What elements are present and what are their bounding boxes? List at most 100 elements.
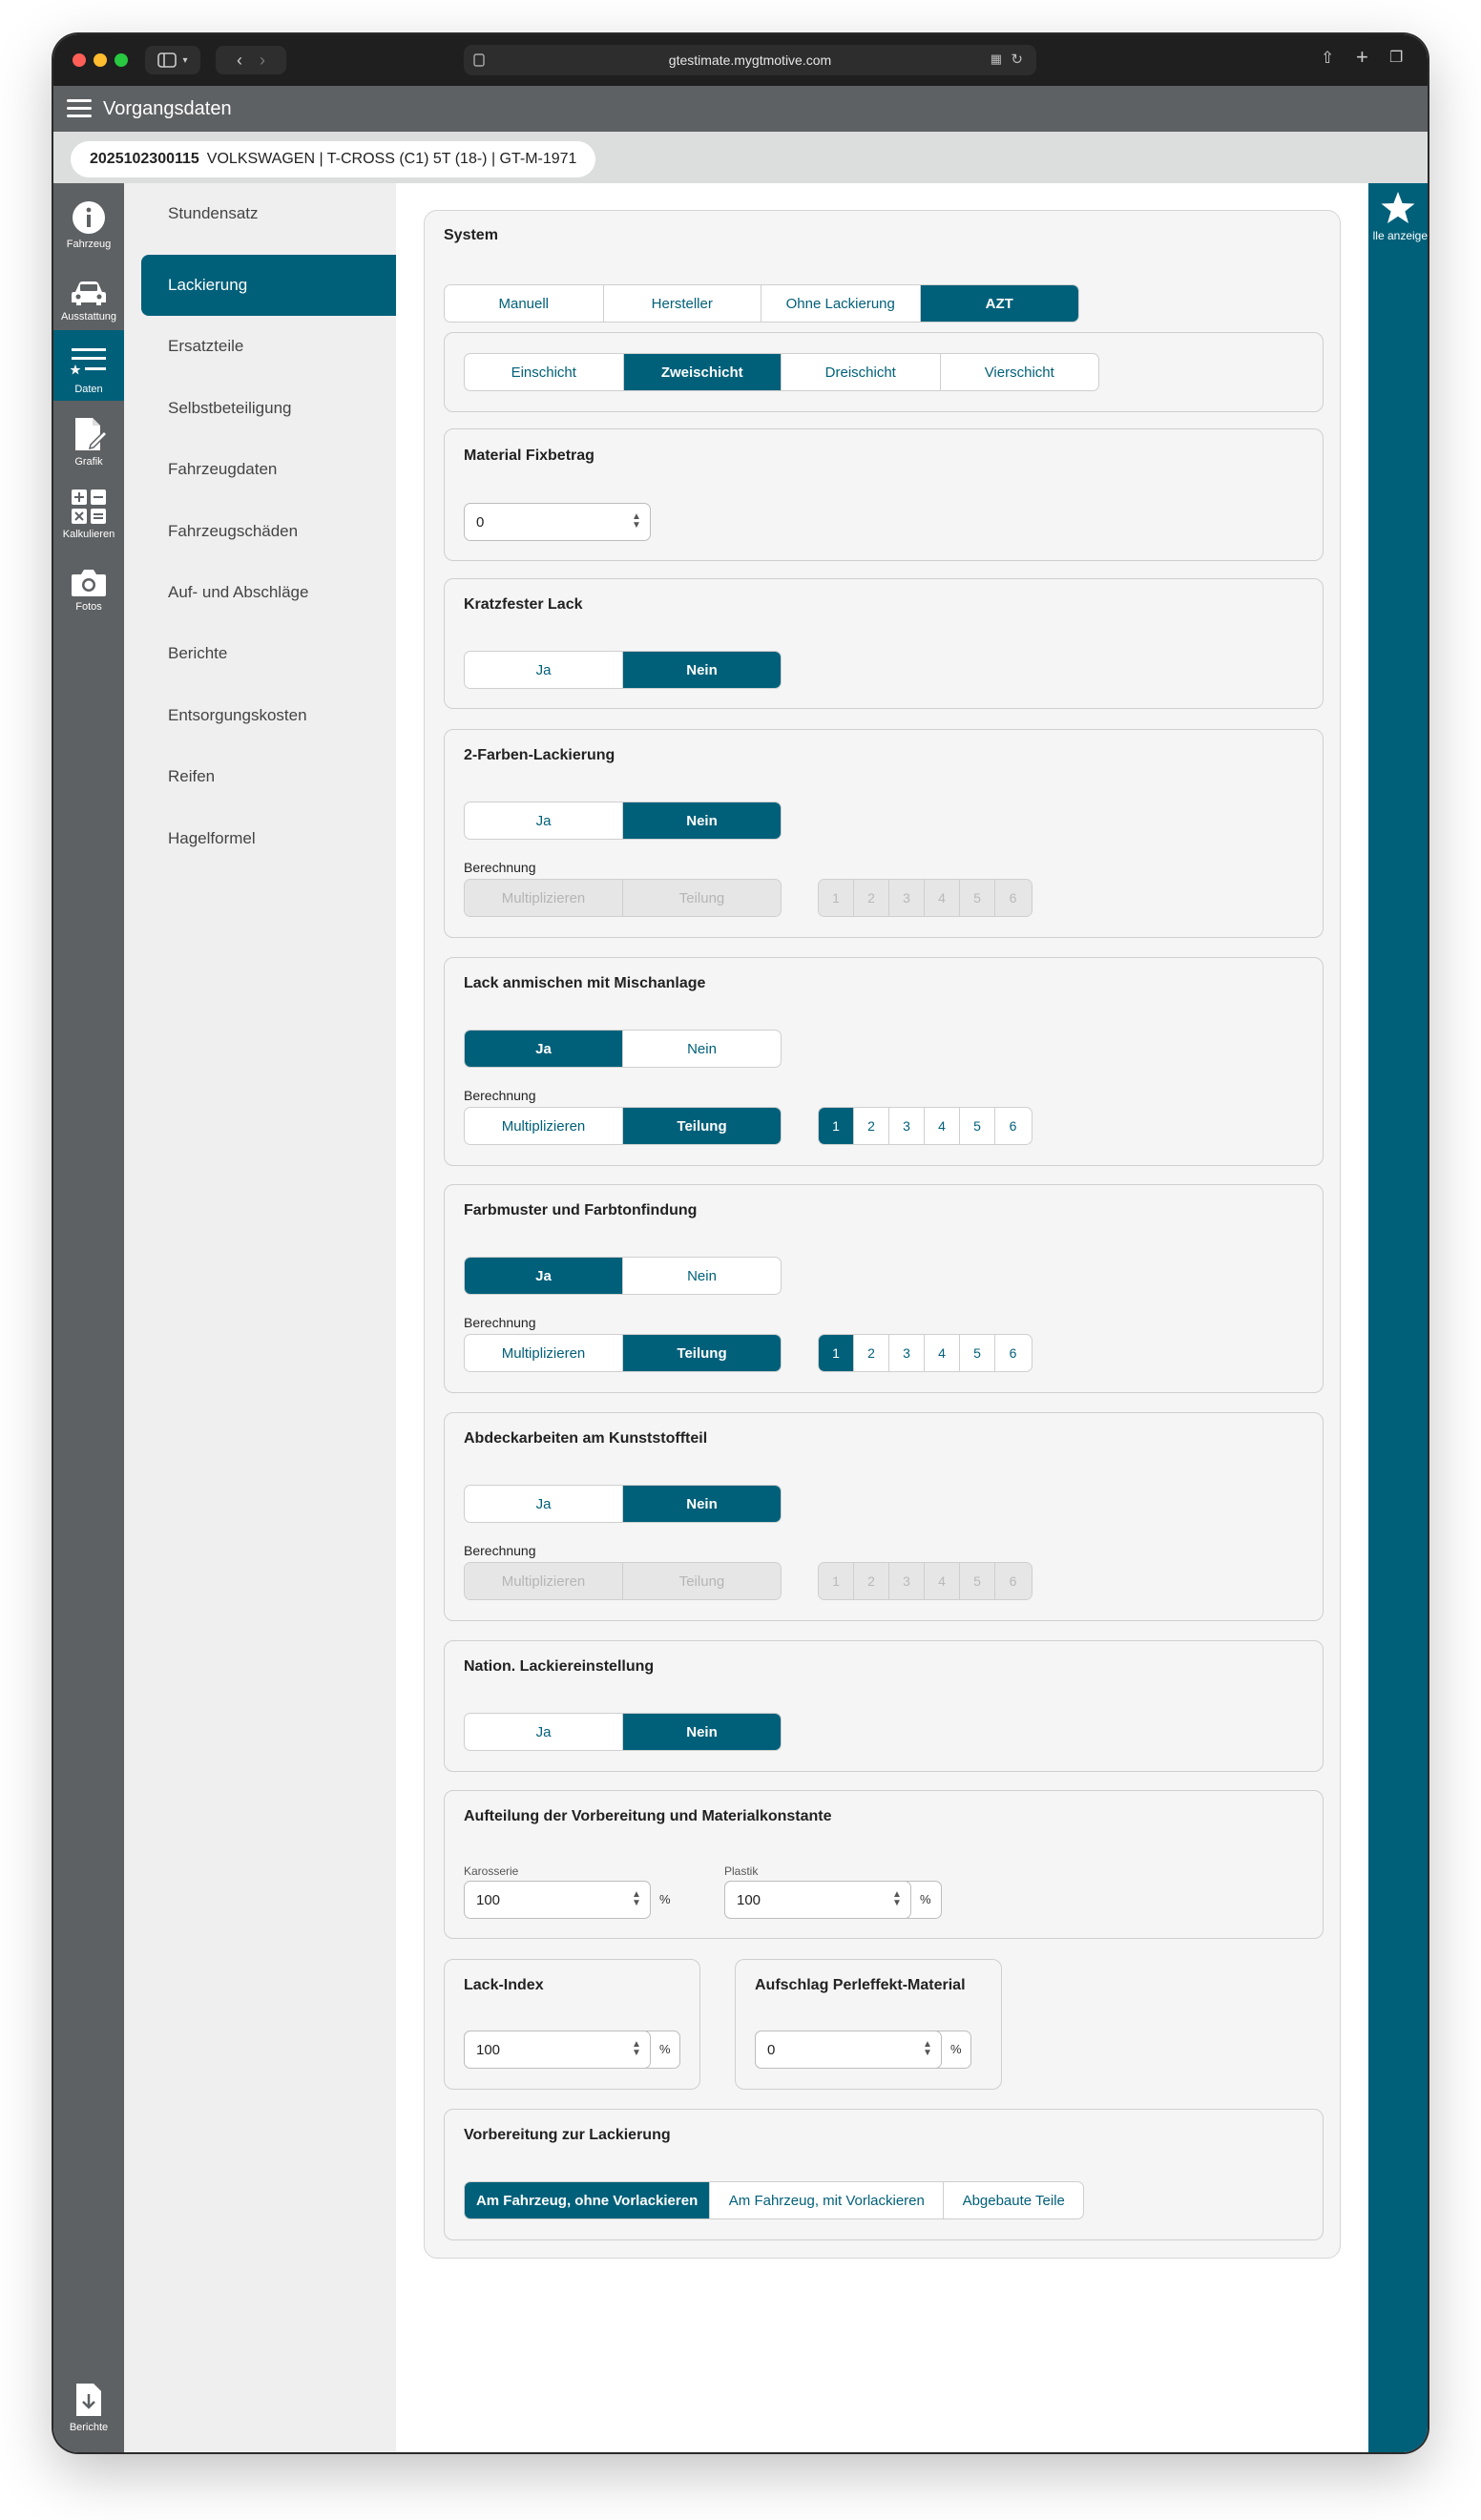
breadcrumb[interactable]: 2025102300115 VOLKSWAGEN | T-CROSS (C1) …	[71, 141, 596, 177]
layer-option-einschicht[interactable]: Einschicht	[465, 354, 624, 390]
system-option-manuell[interactable]: Manuell	[445, 285, 604, 322]
subnav-item-selbstbeteiligung[interactable]: Selbstbeteiligung	[141, 378, 396, 439]
option-nein[interactable]: Nein	[623, 652, 781, 688]
divisor-4[interactable]: 4	[925, 1108, 960, 1144]
rail-item-daten[interactable]: Daten	[53, 330, 124, 401]
option-nein[interactable]: Nein	[623, 1258, 781, 1294]
option-multiplizieren[interactable]: Multiplizieren	[465, 1335, 623, 1371]
address-bar[interactable]: gtestimate.mygtmotive.com ▦ ↻	[464, 45, 1036, 75]
mischanlage-heading: Lack anmischen mit Mischanlage	[464, 975, 706, 991]
subnav-item-auf-und-abschlaege[interactable]: Auf- und Abschläge	[141, 562, 396, 623]
stepper-icon[interactable]: ▲ ▼	[631, 512, 642, 531]
plastik-label: Plastik	[724, 1864, 759, 1878]
plastik-input[interactable]: 100 ▲ ▼	[724, 1881, 911, 1919]
divisor-5[interactable]: 5	[960, 1108, 995, 1144]
breadcrumb-bar: 2025102300115 VOLKSWAGEN | T-CROSS (C1) …	[53, 132, 1428, 183]
reload-icon[interactable]: ↻	[1011, 51, 1023, 68]
rail-item-grafik[interactable]: Grafik	[53, 403, 124, 473]
divisor-3[interactable]: 3	[889, 1335, 925, 1371]
subnav-label: Hagelformel	[168, 829, 256, 847]
option-ohne-vorlackieren[interactable]: Am Fahrzeug, ohne Vorlackieren	[465, 2182, 711, 2218]
option-mit-vorlackieren[interactable]: Am Fahrzeug, mit Vorlackieren	[710, 2182, 945, 2218]
option-nein[interactable]: Nein	[623, 1031, 781, 1067]
option-ja[interactable]: Ja	[465, 1714, 623, 1750]
nation-heading: Nation. Lackiereinstellung	[464, 1658, 655, 1675]
subnav-item-fahrzeugschaeden[interactable]: Fahrzeugschäden	[141, 501, 396, 562]
rail-item-fotos[interactable]: Fotos	[53, 548, 124, 618]
perleffekt-input[interactable]: 0 ▲ ▼	[755, 2031, 942, 2069]
right-rail: lle anzeige	[1368, 183, 1428, 2452]
minimize-window-button[interactable]	[94, 53, 107, 67]
new-tab-icon[interactable]: +	[1356, 45, 1368, 70]
lack-index-input[interactable]: 100 ▲ ▼	[464, 2031, 651, 2069]
perleffekt-card: Aufschlag Perleffekt-Material 0 ▲ ▼ %	[735, 1959, 1002, 2090]
material-fixbetrag-input[interactable]: 0 ▲ ▼	[464, 503, 651, 541]
settings-subnav: Stundensatz Lackierung Ersatzteile Selbs…	[124, 183, 396, 2452]
subnav-item-ersatzteile[interactable]: Ersatzteile	[141, 316, 396, 377]
option-ja[interactable]: Ja	[465, 652, 623, 688]
close-window-button[interactable]	[73, 53, 86, 67]
subnav-item-fahrzeugdaten[interactable]: Fahrzeugdaten	[141, 439, 396, 500]
option-abgebaute-teile[interactable]: Abgebaute Teile	[944, 2182, 1083, 2218]
stepper-icon[interactable]: ▲ ▼	[922, 2040, 933, 2059]
stepper-icon[interactable]: ▲ ▼	[631, 1890, 642, 1909]
translate-icon[interactable]: ▦	[991, 52, 1002, 67]
back-icon[interactable]: ‹	[237, 51, 242, 71]
layer-option-zweischicht[interactable]: Zweischicht	[623, 354, 782, 390]
system-option-azt[interactable]: AZT	[920, 285, 1078, 322]
star-icon[interactable]	[1380, 191, 1416, 225]
subnav-item-entsorgungskosten[interactable]: Entsorgungskosten	[141, 685, 396, 746]
subnav-item-reifen[interactable]: Reifen	[141, 746, 396, 807]
rail-item-fahrzeug[interactable]: Fahrzeug	[53, 185, 124, 256]
tabs-overview-icon[interactable]: ❐	[1389, 48, 1403, 67]
option-ja[interactable]: Ja	[465, 802, 623, 839]
divisor-1[interactable]: 1	[819, 1108, 854, 1144]
layer-option-dreischicht[interactable]: Dreischicht	[782, 354, 941, 390]
system-option-hersteller[interactable]: Hersteller	[604, 285, 761, 322]
stepper-icon[interactable]: ▲ ▼	[631, 2040, 642, 2059]
divisor-4[interactable]: 4	[925, 1335, 960, 1371]
page-icon	[473, 53, 485, 67]
case-id: 2025102300115	[90, 151, 199, 167]
rail-item-berichte[interactable]: Berichte	[53, 2368, 124, 2439]
subnav-item-lackierung[interactable]: Lackierung	[141, 255, 396, 316]
subnav-item-berichte[interactable]: Berichte	[141, 623, 396, 684]
divisor-3[interactable]: 3	[889, 1108, 925, 1144]
option-teilung[interactable]: Teilung	[623, 1335, 781, 1371]
option-ja[interactable]: Ja	[465, 1258, 623, 1294]
option-nein[interactable]: Nein	[623, 1714, 781, 1750]
sidebar-toggle-button[interactable]: ▾	[145, 46, 200, 74]
divisor-1[interactable]: 1	[819, 1335, 854, 1371]
karosserie-input[interactable]: 100 ▲ ▼	[464, 1881, 651, 1919]
option-multiplizieren[interactable]: Multiplizieren	[465, 1108, 623, 1144]
option-nein[interactable]: Nein	[623, 802, 781, 839]
option-ja[interactable]: Ja	[465, 1486, 623, 1522]
divisor-6[interactable]: 6	[995, 1335, 1031, 1371]
history-nav: ‹ ›	[216, 46, 286, 74]
share-icon[interactable]: ⇧	[1321, 49, 1334, 68]
zoom-window-button[interactable]	[115, 53, 128, 67]
divisor-2[interactable]: 2	[854, 1108, 889, 1144]
menu-icon[interactable]	[67, 99, 92, 118]
divisor-6[interactable]: 6	[995, 1108, 1031, 1144]
divisor-2[interactable]: 2	[854, 1335, 889, 1371]
option-ja[interactable]: Ja	[465, 1031, 623, 1067]
rail-item-kalkulieren[interactable]: Kalkulieren	[53, 475, 124, 546]
option-nein[interactable]: Nein	[623, 1486, 781, 1522]
subnav-label: Auf- und Abschläge	[168, 583, 309, 601]
layer-option-vierschicht[interactable]: Vierschicht	[941, 354, 1099, 390]
option-teilung[interactable]: Teilung	[623, 1108, 781, 1144]
rail-label: Kalkulieren	[62, 529, 115, 540]
rail-item-ausstattung[interactable]: Ausstattung	[53, 258, 124, 328]
farbmuster-toggle: Ja Nein	[464, 1257, 782, 1295]
system-heading: System	[444, 227, 498, 243]
mischanlage-toggle: Ja Nein	[464, 1030, 782, 1068]
subnav-item-hagelformel[interactable]: Hagelformel	[141, 808, 396, 869]
system-option-ohne-lackierung[interactable]: Ohne Lackierung	[761, 285, 921, 322]
subnav-item-stundensatz[interactable]: Stundensatz	[141, 183, 396, 244]
option-multiplizieren: Multiplizieren	[465, 880, 623, 916]
stepper-icon[interactable]: ▲ ▼	[891, 1890, 903, 1909]
nation-toggle: Ja Nein	[464, 1713, 782, 1751]
forward-icon[interactable]: ›	[260, 51, 265, 71]
divisor-5[interactable]: 5	[960, 1335, 995, 1371]
